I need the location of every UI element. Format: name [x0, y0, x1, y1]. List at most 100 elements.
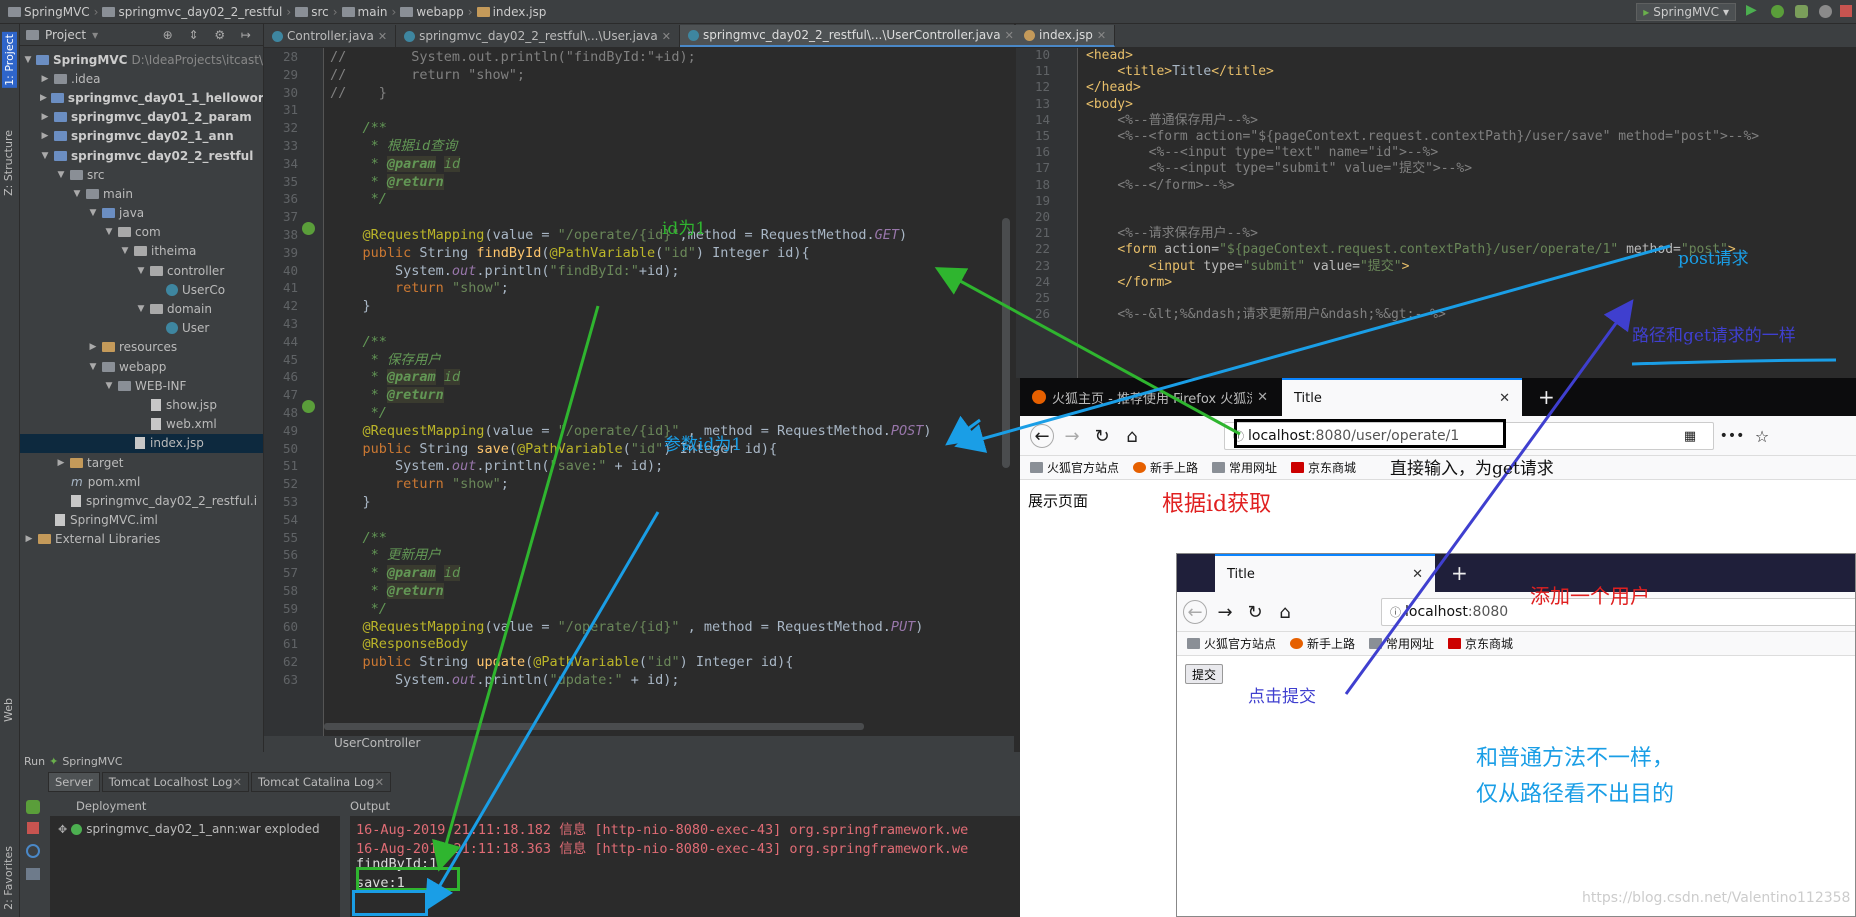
code-line[interactable]: * @param id [330, 368, 461, 387]
chevron-right-icon[interactable]: ▶ [40, 131, 50, 141]
tree-item[interactable]: show.jsp [20, 395, 263, 414]
tree-item[interactable]: ▶ target [20, 453, 263, 472]
tree-item[interactable]: User [20, 319, 263, 338]
editor-h-scrollbar[interactable] [324, 723, 864, 730]
code-line[interactable]: System.out.println("findById:"+id); [330, 262, 680, 281]
code-line[interactable]: * @return [330, 582, 444, 601]
new-tab-button[interactable]: + [1439, 554, 1480, 592]
code-line[interactable]: */ [330, 190, 387, 209]
code-line[interactable]: } [330, 297, 371, 316]
code-line[interactable]: return "show"; [330, 475, 509, 494]
tree-item[interactable]: ▼ domain [20, 299, 263, 318]
code-line[interactable]: /** [330, 333, 387, 352]
code-line[interactable]: /** [330, 119, 387, 138]
code-line[interactable]: </form> [1086, 273, 1172, 292]
tree-item[interactable]: ▶ resources [20, 338, 263, 357]
chevron-down-icon[interactable]: ▼ [136, 304, 146, 314]
chevron-right-icon[interactable]: ▶ [24, 534, 34, 544]
code-line[interactable]: @RequestMapping(value = "/operate/{id}",… [330, 226, 908, 245]
bookmark-item[interactable]: 京东商城 [1448, 635, 1513, 652]
close-icon[interactable]: ✕ [1005, 29, 1014, 42]
code-line[interactable]: * @return [330, 173, 444, 192]
more-icon[interactable]: ••• [1720, 424, 1745, 448]
tree-item[interactable]: ▶ External Libraries [20, 530, 263, 549]
panel-actions[interactable]: ⊕ ⇕ ⚙ ↦ [163, 28, 263, 42]
bookmark-item[interactable]: 常用网址 [1369, 635, 1434, 652]
code-line[interactable]: // } [330, 84, 387, 103]
bookmark-item[interactable]: 火狐官方站点 [1187, 635, 1276, 652]
code-line[interactable]: return "show"; [330, 279, 509, 298]
tree-item[interactable]: ▼ WEB-INF [20, 376, 263, 395]
qr-icon[interactable]: ▦ [1678, 424, 1702, 448]
back-button[interactable]: ← [1030, 424, 1054, 448]
browser-tab-firefox-home[interactable]: 火狐主页 - 推荐使用 Firefox 火狐浏 ✕ [1020, 378, 1280, 416]
chevron-down-icon[interactable]: ▼ [40, 151, 50, 161]
gutter-mapping-icon[interactable] [302, 222, 315, 235]
code-line[interactable]: public String findById(@PathVariable("id… [330, 244, 810, 263]
code-line[interactable]: * 根据id查询 [330, 137, 458, 156]
code-line[interactable]: */ [330, 600, 387, 619]
browser-tab-title[interactable]: Title ✕ [1215, 554, 1435, 592]
chevron-down-icon[interactable]: ▼ [136, 266, 146, 276]
code-line[interactable]: // System.out.println("findById:"+id); [330, 48, 696, 67]
layout-icon[interactable] [26, 868, 40, 880]
chevron-right-icon[interactable]: ▶ [88, 342, 98, 352]
stop-icon[interactable] [27, 822, 39, 834]
close-icon[interactable]: ✕ [662, 30, 671, 43]
run-config-name[interactable]: SpringMVC [62, 755, 122, 768]
tree-item[interactable]: ▼ webapp [20, 357, 263, 376]
coverage-icon[interactable] [1795, 5, 1808, 18]
tree-item[interactable]: ▼ springmvc_day02_2_restful [20, 146, 263, 165]
code-line[interactable]: * 保存用户 [330, 351, 441, 370]
chevron-right-icon[interactable]: ▶ [40, 112, 50, 122]
close-icon[interactable]: ✕ [1097, 29, 1106, 42]
profile-icon[interactable] [1819, 5, 1832, 18]
tree-item[interactable]: ▼ java [20, 204, 263, 223]
tree-item[interactable]: ▼ com [20, 223, 263, 242]
tree-item[interactable]: SpringMVC.iml [20, 511, 263, 530]
update-icon[interactable] [26, 844, 40, 858]
code-line[interactable]: /** [330, 529, 387, 548]
code-line[interactable]: System.out.println("update:" + id); [330, 671, 680, 690]
tree-item[interactable]: ▼ src [20, 165, 263, 184]
editor-tab[interactable]: Controller.java ✕ [264, 25, 397, 47]
code-line[interactable]: * @return [330, 386, 444, 405]
code-line[interactable]: <%--&lt;%&ndash;请求更新用户&ndash;%&gt;--%> [1086, 305, 1445, 324]
back-button[interactable]: ← [1183, 600, 1207, 624]
breadcrumb-item[interactable]: SpringMVC [4, 5, 94, 19]
code-line[interactable]: * @param id [330, 564, 461, 583]
editor-tab[interactable]: springmvc_day02_2_restful\...\UserContro… [679, 25, 1023, 47]
home-button[interactable]: ⌂ [1273, 600, 1297, 624]
run-config-select[interactable]: ▸ SpringMVC ▾ [1636, 3, 1736, 21]
tree-item[interactable]: ▶ springmvc_day02_1_ann [20, 127, 263, 146]
tree-item[interactable]: ▼ controller [20, 261, 263, 280]
reload-button[interactable]: ↻ [1090, 424, 1114, 448]
bookmark-item[interactable]: 京东商城 [1291, 459, 1356, 476]
close-icon[interactable]: ✕ [378, 30, 387, 43]
code-line[interactable]: // return "show"; [330, 66, 525, 85]
code-line[interactable]: public String update(@PathVariable("id")… [330, 653, 794, 672]
new-tab-button[interactable]: + [1526, 378, 1567, 416]
breadcrumb-item[interactable]: src [291, 5, 333, 19]
code-line[interactable]: * 更新用户 [330, 546, 441, 565]
breadcrumb-item[interactable]: index.jsp [473, 5, 551, 19]
tree-item[interactable]: UserCo [20, 280, 263, 299]
editor-breadcrumb-label[interactable]: UserController [334, 736, 420, 750]
breadcrumb-item[interactable]: springmvc_day02_2_restful [98, 5, 286, 19]
tree-item[interactable]: ▶ .idea [20, 69, 263, 88]
debug-icon[interactable] [1771, 5, 1784, 18]
tree-item[interactable]: ▼ itheima [20, 242, 263, 261]
chevron-down-icon[interactable]: ▼ [120, 246, 130, 256]
deploy-actions-icon[interactable]: ✥ [58, 823, 67, 836]
code-line[interactable]: */ [330, 404, 387, 423]
structure-tool-tab[interactable]: Z: Structure [2, 130, 15, 196]
reload-button[interactable]: ↻ [1243, 600, 1267, 624]
chevron-down-icon[interactable]: ▼ [56, 170, 66, 180]
run-tab[interactable]: Tomcat Localhost Log ✕ [101, 772, 250, 792]
run-tab[interactable]: Server [48, 772, 100, 792]
chevron-down-icon[interactable]: ▼ [72, 189, 82, 199]
chevron-right-icon[interactable]: ▶ [40, 93, 47, 103]
chevron-right-icon[interactable]: ▶ [56, 458, 66, 468]
forward-button[interactable]: → [1060, 424, 1084, 448]
submit-button[interactable]: 提交 [1185, 664, 1224, 684]
